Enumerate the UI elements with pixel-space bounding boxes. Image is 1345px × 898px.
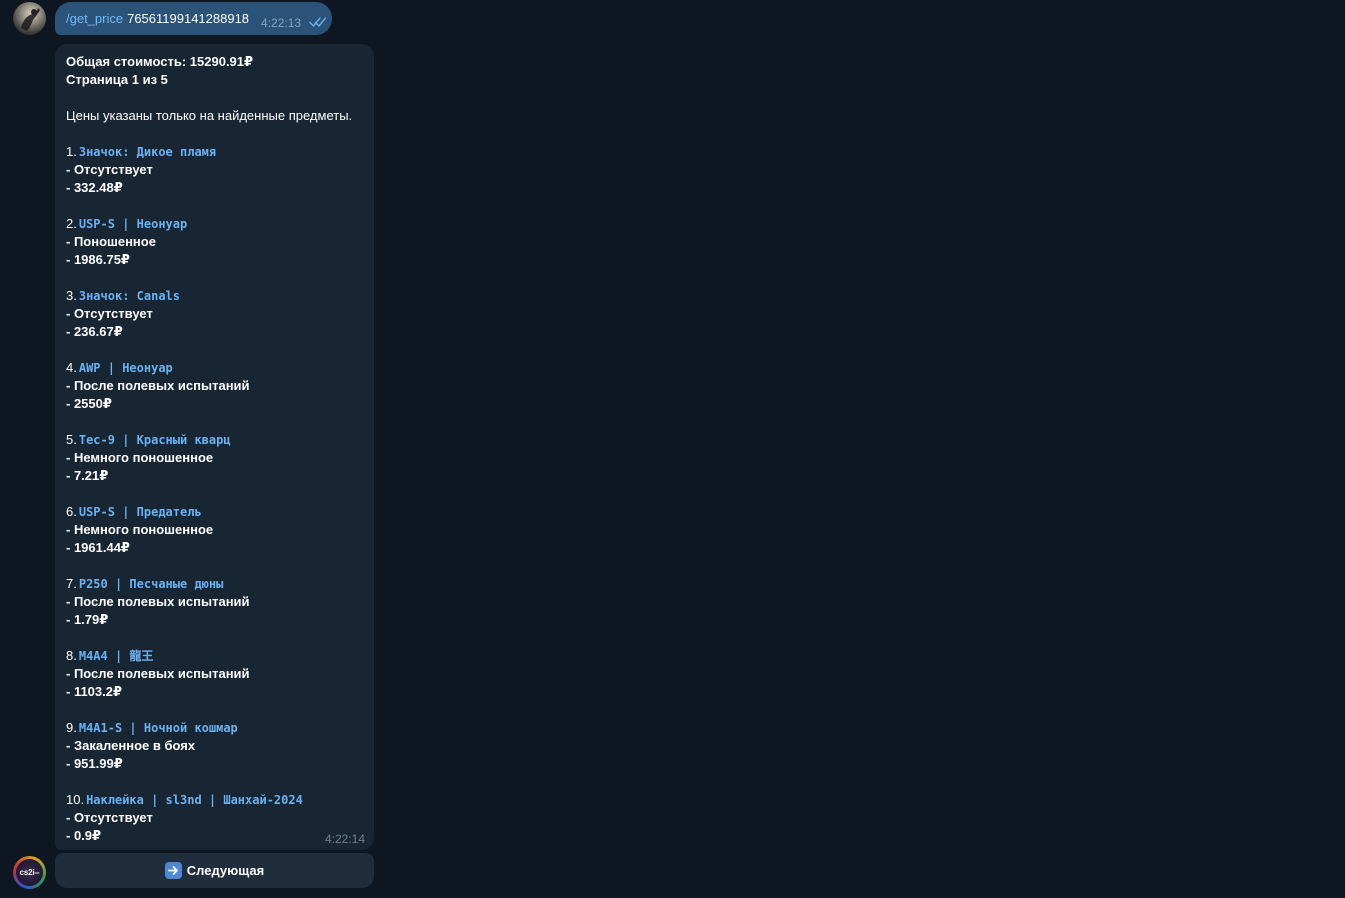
item-title-line: 3. Значок: Canals bbox=[66, 287, 363, 305]
item-condition: - После полевых испытаний bbox=[66, 378, 250, 393]
total-cost: Общая стоимость: 15290.91₽ bbox=[66, 54, 254, 69]
arrow-right-icon bbox=[164, 862, 182, 879]
bot-avatar[interactable]: cs2i-- bbox=[13, 856, 46, 889]
bot-message[interactable]: Общая стоимость: 15290.91₽ Страница 1 из… bbox=[55, 44, 374, 850]
command-link[interactable]: /get_price bbox=[66, 11, 123, 26]
price-item: 5. Tec-9 | Красный кварц - Немного поношен… bbox=[66, 431, 363, 485]
item-condition: - Отсутствует bbox=[66, 162, 153, 177]
item-number: 4. bbox=[66, 360, 77, 375]
item-number: 10. bbox=[66, 792, 85, 807]
item-price: - 1986.75₽ bbox=[66, 252, 130, 267]
price-item: 8. M4A4 | 龍王 - После полевых испытаний - 11… bbox=[66, 647, 363, 701]
item-number: 6. bbox=[66, 504, 77, 519]
item-title-line: 5. Tec-9 | Красный кварц bbox=[66, 431, 363, 449]
item-condition: - Отсутствует bbox=[66, 810, 153, 825]
item-name-code[interactable]: Наклейка | sl3nd | Шанхай-2024 bbox=[86, 793, 303, 807]
item-name-code[interactable]: P250 | Песчаные дюны bbox=[79, 577, 224, 591]
next-page-button[interactable]: Следующая bbox=[55, 853, 374, 888]
item-title-line: 2. USP-S | Неонуар bbox=[66, 215, 363, 233]
read-checkmarks-icon bbox=[309, 16, 327, 28]
item-price: - 1961.44₽ bbox=[66, 540, 130, 555]
item-name-code[interactable]: Значок: Дикое пламя bbox=[79, 145, 216, 159]
price-note: Цены указаны только на найденные предмет… bbox=[66, 108, 353, 123]
bot-avatar-label: cs2i-- bbox=[16, 859, 43, 886]
item-price: - 236.67₽ bbox=[66, 324, 123, 339]
price-item: 4. AWP | Неонуар - После полевых испытаний… bbox=[66, 359, 363, 413]
item-price: - 951.99₽ bbox=[66, 756, 123, 771]
outgoing-message[interactable]: /get_price 76561199141288918 4:22:13 bbox=[55, 2, 332, 35]
price-item: 2. USP-S | Неонуар - Поношенное - 1986.75₽ bbox=[66, 215, 363, 269]
item-condition: - После полевых испытаний bbox=[66, 666, 250, 681]
item-condition: - Немного поношенное bbox=[66, 522, 214, 537]
item-name-code[interactable]: USP-S | Неонуар bbox=[79, 217, 187, 231]
item-condition: - После полевых испытаний bbox=[66, 594, 250, 609]
item-price: - 7.21₽ bbox=[66, 468, 109, 483]
item-number: 2. bbox=[66, 216, 77, 231]
item-price: - 2550₽ bbox=[66, 396, 112, 411]
next-page-label: Следующая bbox=[186, 863, 265, 878]
item-title-line: 1. Значок: Дикое пламя bbox=[66, 143, 363, 161]
item-list: 1. Значок: Дикое пламя - Отсутствует - 332.… bbox=[66, 143, 363, 845]
price-item: 1. Значок: Дикое пламя - Отсутствует - 332.… bbox=[66, 143, 363, 197]
item-condition: - Закаленное в боях bbox=[66, 738, 196, 753]
item-name-code[interactable]: Tec-9 | Красный кварц bbox=[79, 433, 231, 447]
item-title-line: 9. M4A1-S | Ночной кошмар bbox=[66, 719, 363, 737]
item-title-line: 7. P250 | Песчаные дюны bbox=[66, 575, 363, 593]
price-item: 6. USP-S | Предатель - Немного поношенное -… bbox=[66, 503, 363, 557]
item-title-line: 10. Наклейка | sl3nd | Шанхай-2024 bbox=[66, 791, 363, 809]
item-number: 7. bbox=[66, 576, 77, 591]
command-argument: 76561199141288918 bbox=[127, 11, 250, 26]
item-price: - 1103.2₽ bbox=[66, 684, 123, 699]
page-indicator: Страница 1 из 5 bbox=[66, 72, 168, 87]
message-time: 4:22:13 bbox=[261, 15, 302, 30]
user-avatar-image bbox=[21, 8, 40, 31]
item-number: 5. bbox=[66, 432, 77, 447]
item-number: 8. bbox=[66, 648, 77, 663]
item-number: 3. bbox=[66, 288, 77, 303]
item-name-code[interactable]: Значок: Canals bbox=[79, 289, 180, 303]
price-item: 7. P250 | Песчаные дюны - После полевых ис… bbox=[66, 575, 363, 629]
price-item: 9. M4A1-S | Ночной кошмар - Закаленное в б… bbox=[66, 719, 363, 773]
item-number: 1. bbox=[66, 144, 77, 159]
user-avatar[interactable] bbox=[13, 2, 46, 35]
item-condition: - Отсутствует bbox=[66, 306, 153, 321]
item-condition: - Поношенное bbox=[66, 234, 156, 249]
item-name-code[interactable]: AWP | Неонуар bbox=[79, 361, 173, 375]
item-name-code[interactable]: M4A4 | 龍王 bbox=[79, 649, 154, 663]
item-price: - 1.79₽ bbox=[66, 612, 109, 627]
item-title-line: 8. M4A4 | 龍王 bbox=[66, 647, 363, 665]
item-title-line: 4. AWP | Неонуар bbox=[66, 359, 363, 377]
price-item: 3. Значок: Canals - Отсутствует - 236.67₽ bbox=[66, 287, 363, 341]
item-price: - 0.9₽ bbox=[66, 828, 102, 843]
item-name-code[interactable]: USP-S | Предатель bbox=[79, 505, 202, 519]
item-name-code[interactable]: M4A1-S | Ночной кошмар bbox=[79, 721, 238, 735]
item-condition: - Немного поношенное bbox=[66, 450, 214, 465]
price-item: 10. Наклейка | sl3nd | Шанхай-2024- Отсут… bbox=[66, 791, 363, 845]
item-price: - 332.48₽ bbox=[66, 180, 123, 195]
item-title-line: 6. USP-S | Предатель bbox=[66, 503, 363, 521]
message-time: 4:22:14 bbox=[324, 832, 365, 846]
item-number: 9. bbox=[66, 720, 77, 735]
